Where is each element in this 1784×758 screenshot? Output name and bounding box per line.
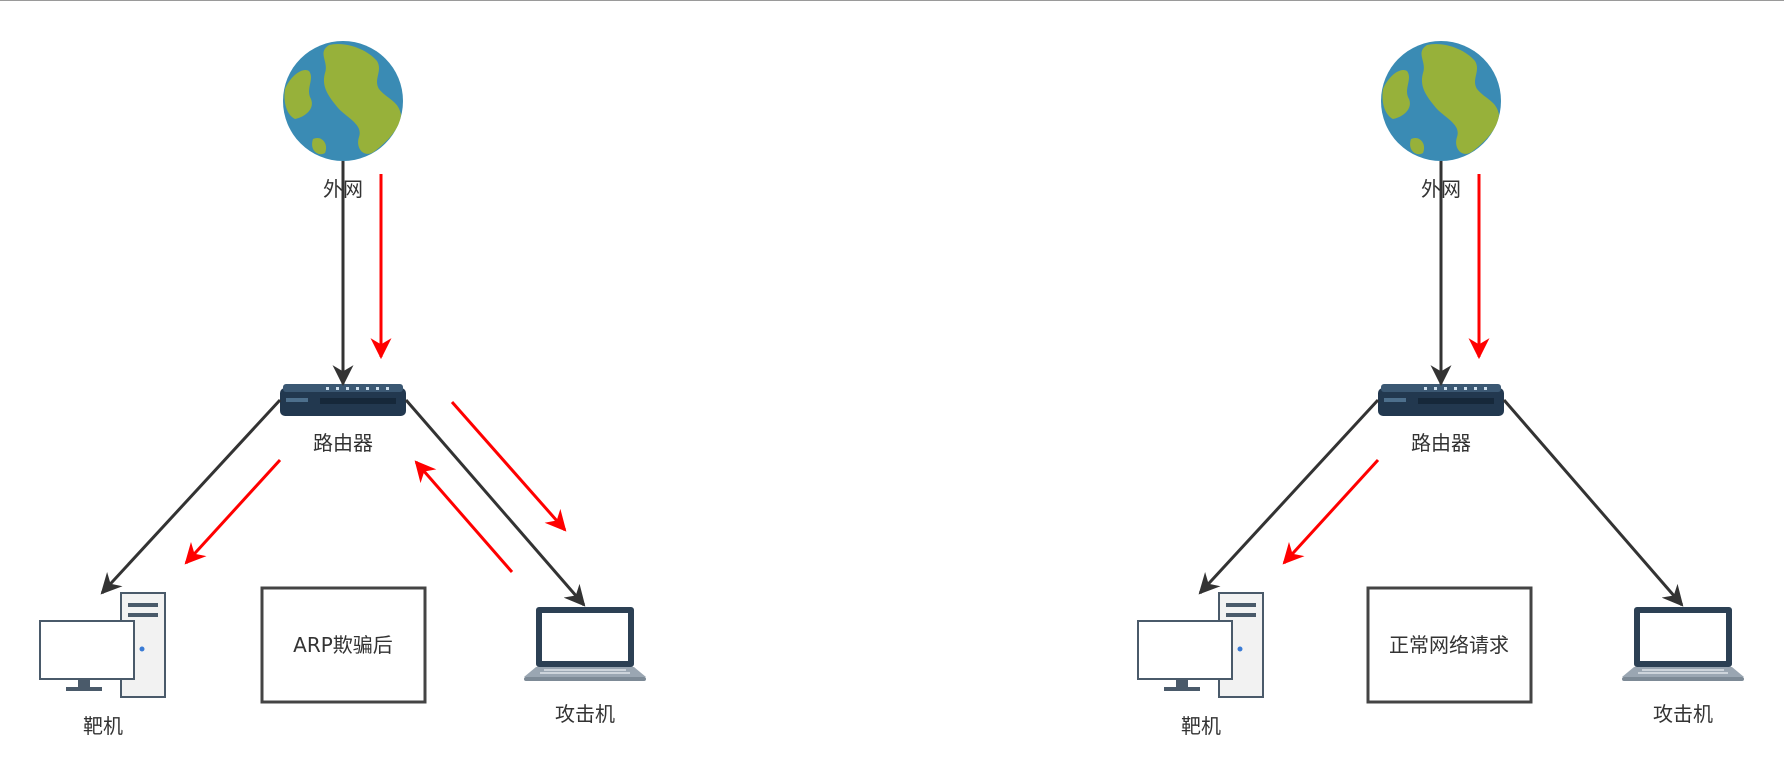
- router-label: 路由器: [313, 431, 373, 455]
- attacker-label: 攻击机: [1653, 702, 1713, 726]
- scenario-box-label: ARP欺骗后: [293, 633, 393, 657]
- diagram-normal: 外网 路由器: [1137, 41, 1744, 738]
- flow-router-to-target: [1282, 458, 1380, 565]
- flow-router-to-target: [184, 458, 282, 565]
- target-label: 靶机: [1181, 714, 1221, 738]
- link-router-attacker: [404, 399, 586, 607]
- network-diagrams: 外网 路由器: [39, 41, 1744, 738]
- desktop-computer-icon: [1137, 592, 1264, 698]
- desktop-computer-icon: [39, 592, 166, 698]
- link-router-attacker: [1502, 399, 1684, 607]
- globe-icon: [283, 41, 403, 161]
- flow-attacker-to-router: [414, 460, 514, 573]
- diagram-arp-spoofed: 外网 路由器: [39, 41, 646, 738]
- laptop-icon: [524, 607, 646, 681]
- flow-router-to-attacker: [450, 401, 567, 532]
- laptop-icon: [1622, 607, 1744, 681]
- scenario-box-label: 正常网络请求: [1389, 633, 1509, 657]
- link-router-target: [1198, 398, 1380, 595]
- target-label: 靶机: [83, 714, 123, 738]
- link-router-target: [100, 398, 282, 595]
- globe-icon: [1381, 41, 1501, 161]
- router-icon: [1378, 384, 1504, 416]
- router-icon: [280, 384, 406, 416]
- router-label: 路由器: [1411, 431, 1471, 455]
- attacker-label: 攻击机: [555, 702, 615, 726]
